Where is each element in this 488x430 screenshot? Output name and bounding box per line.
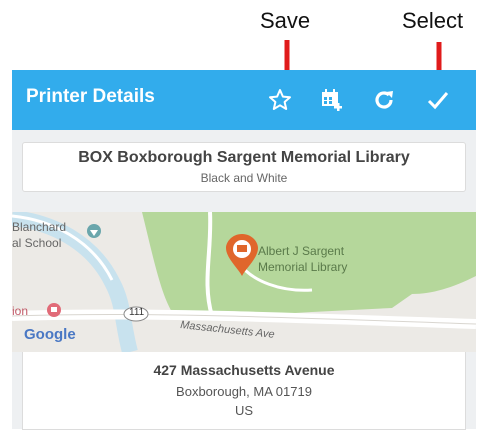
printer-name-card: BOX Boxborough Sargent Memorial Library …	[22, 142, 466, 192]
map-label-blanchard: Blanchard	[12, 220, 67, 234]
map-label-left-poi: ion	[12, 304, 29, 318]
google-attribution: Google	[24, 326, 76, 343]
address-city: Boxborough, MA 01719	[176, 384, 312, 399]
map-label-library-1: Albert J Sargent	[258, 244, 345, 258]
address-street: 427 Massachusetts Avenue	[153, 362, 335, 378]
route-number: 111	[129, 307, 145, 318]
app-bar: Printer Details	[12, 70, 476, 130]
star-outline-icon[interactable]	[264, 84, 296, 116]
page-title: Printer Details	[26, 86, 155, 107]
select-annotation-label: Select	[402, 8, 464, 33]
save-annotation-label: Save	[260, 8, 311, 33]
map-label-library-2: Memorial Library	[258, 260, 348, 274]
address-country: US	[234, 403, 254, 418]
printer-type: Black and White	[200, 171, 288, 185]
check-icon[interactable]	[422, 84, 454, 116]
map-label-school: al School	[12, 236, 62, 250]
address-card: 427 Massachusetts Avenue Boxborough, MA …	[22, 352, 466, 430]
printer-name: BOX Boxborough Sargent Memorial Library	[78, 149, 410, 166]
location-map[interactable]: Blanchard al School Albert J Sargent Mem…	[12, 212, 476, 352]
calendar-add-icon[interactable]	[316, 84, 348, 116]
printer-details-screen: Printer Details BOX Boxborough Sargent M…	[12, 70, 476, 430]
refresh-icon[interactable]	[368, 84, 400, 116]
